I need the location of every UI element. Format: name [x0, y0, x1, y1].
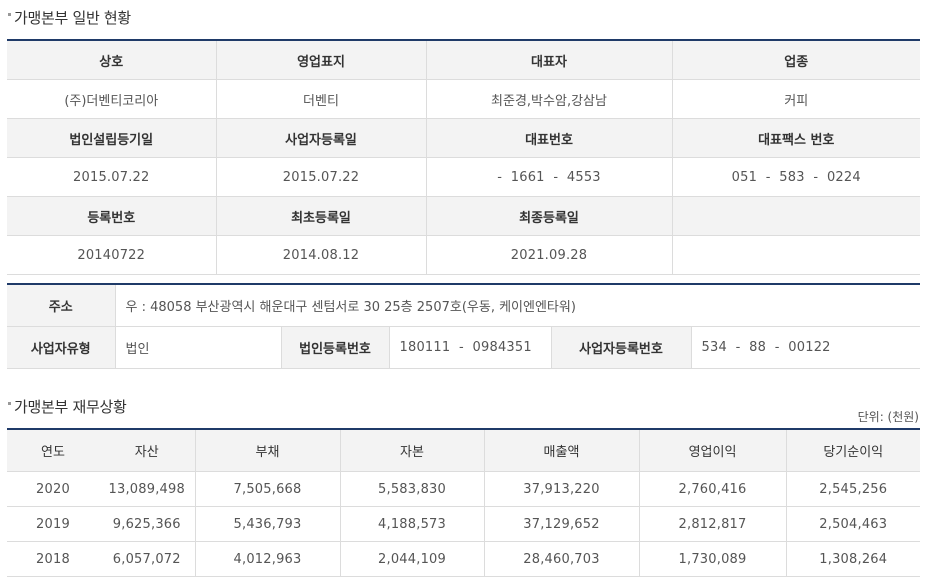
header-cell: 대표번호: [425, 118, 672, 158]
header-cell: 최초등록일: [215, 196, 426, 236]
corp-reg-value: 180111 - 0984351: [388, 326, 551, 369]
value-cell: 2014.08.12: [215, 235, 426, 275]
table-row: 주소 우 : 48058 부산광역시 해운대구 센텀서로 30 25층 2507…: [7, 284, 921, 327]
value-cell: 2,760,416: [638, 471, 786, 507]
value-cell: 5,436,793: [194, 506, 340, 542]
value-cell: 37,129,652: [483, 506, 639, 542]
header-cell: 자본: [339, 429, 484, 472]
address-value: 우 : 48058 부산광역시 해운대구 센텀서로 30 25층 2507호(우…: [114, 284, 921, 327]
header-cell: 대표팩스 번호: [671, 118, 920, 158]
header-cell: 자산: [99, 429, 195, 472]
table-row: 2019 9,625,366 5,436,793 4,188,573 37,12…: [7, 506, 920, 542]
header-cell: 업종: [671, 40, 920, 80]
table-row: 20140722 2014.08.12 2021.09.28: [7, 235, 920, 275]
table-row: 등록번호 최초등록일 최종등록일: [7, 196, 920, 236]
header-cell: 대표자: [425, 40, 672, 80]
header-cell: 매출액: [483, 429, 639, 472]
header-cell: 최종등록일: [425, 196, 672, 236]
table-row: 상호 영업표지 대표자 업종: [7, 40, 920, 80]
table-row: 2020 13,089,498 7,505,668 5,583,830 37,9…: [7, 471, 920, 507]
general-info-table: 상호 영업표지 대표자 업종 (주)더벤티코리아 더벤티 최준경,박수암,강삼남…: [7, 39, 920, 275]
value-cell: 2,504,463: [785, 506, 920, 542]
value-cell: 1,730,089: [638, 541, 786, 577]
table-row: 2015.07.22 2015.07.22 - 1661 - 4553 051 …: [7, 157, 920, 197]
value-cell: 2,044,109: [339, 541, 484, 577]
biz-reg-label: 사업자등록번호: [550, 326, 691, 369]
header-cell: 법인설립등기일: [7, 118, 216, 158]
value-cell: 2021.09.28: [425, 235, 672, 275]
header-cell: 등록번호: [7, 196, 216, 236]
general-section-title: 가맹본부 일반 현황: [8, 7, 131, 28]
value-cell: 최준경,박수암,강삼남: [425, 79, 672, 119]
value-cell: 13,089,498: [99, 471, 195, 507]
value-cell: 1,308,264: [785, 541, 920, 577]
bullet-icon: [8, 13, 11, 16]
finance-table: 연도 자산 부채 자본 매출액 영업이익 당기순이익 2020 13,089,4…: [7, 428, 920, 577]
header-cell: 상호: [7, 40, 216, 80]
value-cell: 2,545,256: [785, 471, 920, 507]
biz-type-label: 사업자유형: [7, 326, 115, 369]
address-table: 주소 우 : 48058 부산광역시 해운대구 센텀서로 30 25층 2507…: [7, 283, 921, 369]
header-cell: 사업자등록일: [215, 118, 426, 158]
value-cell: 051 - 583 - 0224: [671, 157, 920, 197]
value-cell: 2,812,817: [638, 506, 786, 542]
year-cell: 2020: [7, 471, 99, 507]
table-header-row: 연도 자산 부채 자본 매출액 영업이익 당기순이익: [7, 429, 920, 472]
header-cell: 부채: [194, 429, 340, 472]
year-cell: 2019: [7, 506, 99, 542]
value-cell: - 1661 - 4553: [425, 157, 672, 197]
value-cell: 28,460,703: [483, 541, 639, 577]
value-cell: 5,583,830: [339, 471, 484, 507]
biz-reg-value: 534 - 88 - 00122: [690, 326, 921, 369]
header-cell: 영업표지: [215, 40, 426, 80]
value-cell: [671, 235, 920, 275]
value-cell: 2015.07.22: [215, 157, 426, 197]
value-cell: 4,188,573: [339, 506, 484, 542]
value-cell: 4,012,963: [194, 541, 340, 577]
value-cell: (주)더벤티코리아: [7, 79, 216, 119]
table-row: 법인설립등기일 사업자등록일 대표번호 대표팩스 번호: [7, 118, 920, 158]
value-cell: 6,057,072: [99, 541, 195, 577]
corp-reg-label: 법인등록번호: [280, 326, 389, 369]
address-label: 주소: [7, 284, 115, 327]
value-cell: 2015.07.22: [7, 157, 216, 197]
table-row: (주)더벤티코리아 더벤티 최준경,박수암,강삼남 커피: [7, 79, 920, 119]
unit-label: 단위: (천원): [857, 410, 919, 424]
header-cell: [671, 196, 920, 236]
value-cell: 20140722: [7, 235, 216, 275]
finance-section-title: 가맹본부 재무상황: [8, 396, 127, 417]
bullet-icon: [8, 402, 11, 405]
table-row: 2018 6,057,072 4,012,963 2,044,109 28,46…: [7, 541, 920, 577]
value-cell: 37,913,220: [483, 471, 639, 507]
header-cell: 영업이익: [638, 429, 786, 472]
biz-type-value: 법인: [114, 326, 281, 369]
header-cell: 연도: [7, 429, 99, 472]
value-cell: 더벤티: [215, 79, 426, 119]
header-cell: 당기순이익: [785, 429, 920, 472]
table-row: 사업자유형 법인 법인등록번호 180111 - 0984351 사업자등록번호…: [7, 326, 921, 369]
value-cell: 커피: [671, 79, 920, 119]
value-cell: 9,625,366: [99, 506, 195, 542]
year-cell: 2018: [7, 541, 99, 577]
value-cell: 7,505,668: [194, 471, 340, 507]
